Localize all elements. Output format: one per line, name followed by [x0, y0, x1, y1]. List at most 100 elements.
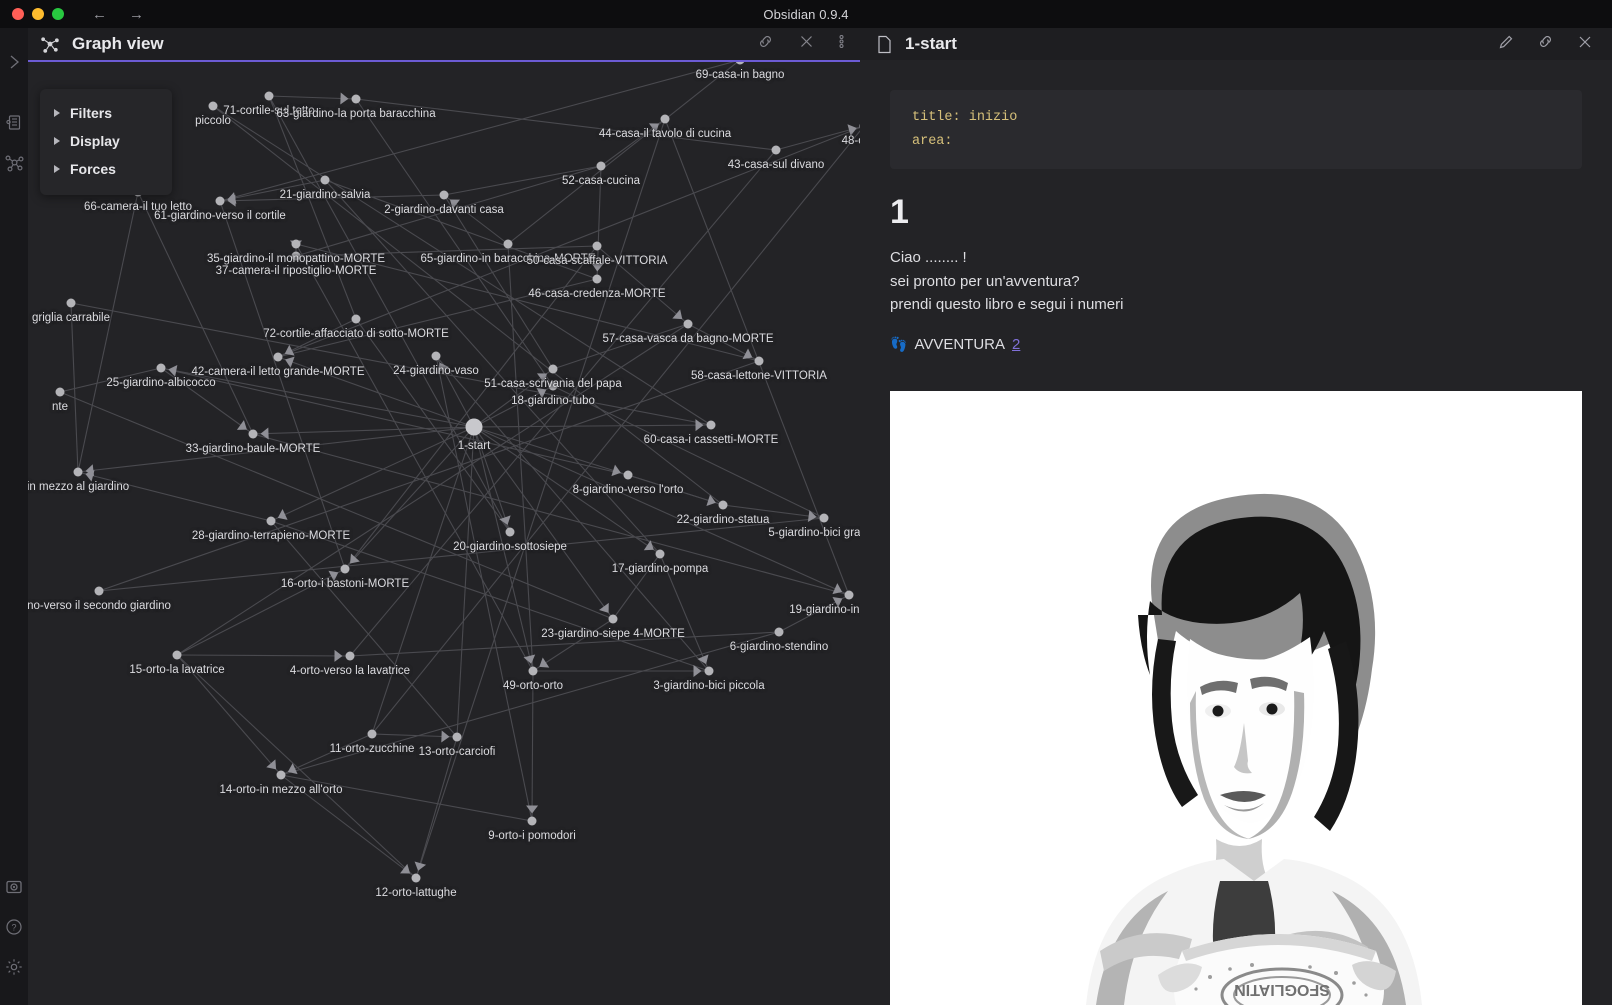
graph-node-label[interactable]: piccolo — [195, 115, 231, 127]
svg-text:SFOGLIATIN: SFOGLIATIN — [1234, 981, 1330, 998]
graph-pane: Graph view 69-casa-in bagno 71-cortile-s… — [28, 28, 860, 1005]
graph-node-label[interactable]: 46-casa-credenza-MORTE — [528, 288, 665, 300]
note-heading: 1 — [890, 193, 910, 232]
graph-node-label[interactable]: nte — [52, 401, 68, 413]
adventure-link[interactable]: 2 — [1012, 336, 1020, 353]
svg-text:?: ? — [11, 923, 16, 933]
graph-pane-header: Graph view — [28, 28, 860, 60]
graph-node-label[interactable]: 23-giardino-siepe 4-MORTE — [541, 628, 685, 640]
graph-node-label[interactable]: 72-cortile-affacciato di sotto-MORTE — [263, 328, 449, 340]
link-icon[interactable] — [1537, 33, 1554, 55]
expand-sidebar-icon[interactable] — [0, 42, 28, 82]
chevron-right-icon — [54, 137, 60, 145]
graph-node-label[interactable]: 58-casa-lettone-VITTORIA — [691, 370, 827, 382]
note-paragraph-line: prendi questo libro e segui i numeri — [890, 296, 1124, 314]
graph-node-label[interactable]: griglia carrabile — [32, 312, 110, 324]
graph-node-label[interactable]: 12-orto-lattughe — [375, 887, 456, 899]
window-title: Obsidian 0.9.4 — [763, 6, 849, 22]
note-paragraph-line: Ciao ........ ! — [890, 249, 967, 267]
graph-node-label[interactable]: 4-orto-verso la lavatrice — [290, 665, 410, 677]
graph-node-label[interactable]: 50-casa-scaffale-VITTORIA — [527, 255, 668, 267]
graph-node-label[interactable]: 42-camera-il letto grande-MORTE — [192, 366, 365, 378]
graph-node-label[interactable]: 5-giardino-bici grande — [768, 527, 860, 539]
adventure-line: 👣 AVVENTURA 2 — [890, 336, 1612, 353]
graph-node-label[interactable]: 6-giardino-stendino — [730, 641, 828, 653]
graph-view-icon[interactable] — [0, 142, 28, 182]
graph-control-label: Filters — [70, 105, 113, 121]
graph-node-label[interactable]: 19-giardino-in mezzo al — [789, 604, 860, 616]
graph-controls-panel: Filters Display Forces — [40, 89, 172, 195]
graph-node-label[interactable]: 8-giardino-verso l'orto — [573, 484, 684, 496]
note-paragraph-line: sei pronto per un'avventura? — [890, 272, 1080, 290]
graph-node-label[interactable]: 37-camera-il ripostiglio-MORTE — [216, 265, 377, 277]
graph-node-label[interactable]: 18-giardino-tubo — [511, 395, 595, 407]
graph-pane-header-actions — [757, 33, 844, 55]
graph-node-label[interactable]: 1-start — [458, 440, 491, 452]
graph-node-label[interactable]: 22-giardino-statua — [677, 514, 770, 526]
note-title: 1-start — [905, 34, 957, 53]
graph-node-label[interactable]: 28-giardino-terrapieno-MORTE — [192, 530, 350, 542]
frontmatter-key: area: — [912, 133, 953, 149]
graph-node-label[interactable]: 61-giardino-verso il cortile — [154, 210, 286, 222]
graph-node-label[interactable]: 35-giardino-il monopattino-MORTE — [207, 253, 385, 265]
graph-control-filters[interactable]: Filters — [40, 99, 172, 127]
close-icon[interactable] — [798, 33, 815, 55]
graph-node-label[interactable]: 17-giardino-pompa — [612, 563, 709, 575]
graph-node-label[interactable]: 57-casa-vasca da bagno-MORTE — [602, 333, 773, 345]
frontmatter-row-area: area: — [912, 130, 1560, 154]
close-icon[interactable] — [1576, 33, 1594, 56]
file-icon — [876, 35, 893, 54]
graph-node-label[interactable]: 63-giardino-la porta baracchina — [276, 108, 435, 120]
graph-canvas[interactable]: 69-casa-in bagno 71-cortile-sul tetto 63-g… — [28, 62, 860, 1005]
note-content[interactable]: title: inizio area: 1 Ciao ........ ! se… — [860, 60, 1612, 1005]
window-title-bar: ← → Obsidian 0.9.4 — [0, 0, 1612, 28]
graph-node-label[interactable]: 24-giardino-vaso — [393, 365, 479, 377]
package-illustration: SFOGLIATIN — [1174, 934, 1384, 1005]
help-icon[interactable]: ? — [0, 907, 28, 947]
graph-node-label[interactable]: 15-orto-la lavatrice — [129, 664, 224, 676]
graph-node-label[interactable]: 2-giardino-davanti casa — [384, 204, 504, 216]
graph-node-label[interactable]: 9-orto-i pomodori — [488, 830, 576, 842]
graph-node-label[interactable]: 60-casa-i cassetti-MORTE — [644, 434, 779, 446]
note-pane-header: 1-start — [860, 28, 1612, 60]
graph-node-label[interactable]: 21-giardino-salvia — [280, 189, 371, 201]
frontmatter-block: title: inizio area: — [890, 90, 1582, 170]
graph-pane-title: Graph view — [72, 34, 164, 53]
graph-node-label[interactable]: 3-giardino-bici piccola — [653, 680, 764, 692]
note-pane: 1-start title: inizio area: 1 Ciao .....… — [860, 28, 1612, 1005]
graph-node-label[interactable]: 33-giardino-baule-MORTE — [186, 443, 321, 455]
graph-node-label[interactable]: 43-casa-sul divano — [728, 159, 825, 171]
graph-node-label[interactable]: 20-giardino-sottosiepe — [453, 541, 567, 553]
graph-node-label[interactable]: 49-orto-orto — [503, 680, 563, 692]
graph-view-icon — [40, 34, 60, 54]
graph-node-label[interactable]: 25-giardino-albicocco — [106, 377, 215, 389]
more-options-icon[interactable] — [839, 33, 844, 55]
graph-node-label[interactable]: 11-orto-zucchine — [330, 743, 415, 755]
chevron-right-icon — [54, 109, 60, 117]
graph-node-label[interactable]: 44-casa-il tavolo di cucina — [599, 128, 731, 140]
portrait-illustration: SFOGLIATIN — [890, 391, 1582, 1005]
graph-node-label[interactable]: 13-orto-carciofi — [419, 746, 496, 758]
note-paragraph: Ciao ........ ! sei pronto per un'avvent… — [890, 246, 1612, 316]
graph-node-label[interactable]: 52-casa-cucina — [562, 175, 640, 187]
settings-gear-icon[interactable] — [0, 947, 28, 987]
graph-node-label[interactable]: 16-orto-i bastoni-MORTE — [281, 578, 409, 590]
frontmatter-value: inizio — [968, 110, 1018, 125]
graph-control-label: Display — [70, 133, 120, 149]
graph-control-forces[interactable]: Forces — [40, 155, 172, 183]
left-ribbon: ? — [0, 28, 28, 1005]
graph-node-label[interactable]: in mezzo al giardino — [28, 481, 129, 493]
chevron-right-icon — [54, 165, 60, 173]
graph-control-label: Forces — [70, 161, 116, 177]
edit-pencil-icon[interactable] — [1497, 33, 1515, 56]
graph-node-label[interactable]: 51-casa-scrivania del papa — [484, 378, 621, 390]
graph-node-label[interactable]: 69-casa-in bagno — [696, 69, 785, 81]
footprints-icon: 👣 — [890, 336, 908, 353]
graph-node-label[interactable]: 14-orto-in mezzo all'orto — [220, 784, 343, 796]
graph-node-label[interactable]: no-verso il secondo giardino — [28, 600, 171, 612]
file-explorer-icon[interactable] — [0, 102, 28, 142]
link-icon[interactable] — [757, 33, 774, 55]
graph-control-display[interactable]: Display — [40, 127, 172, 155]
vault-switcher-icon[interactable] — [0, 867, 28, 907]
graph-node-label[interactable]: 48-casa- — [842, 135, 860, 147]
